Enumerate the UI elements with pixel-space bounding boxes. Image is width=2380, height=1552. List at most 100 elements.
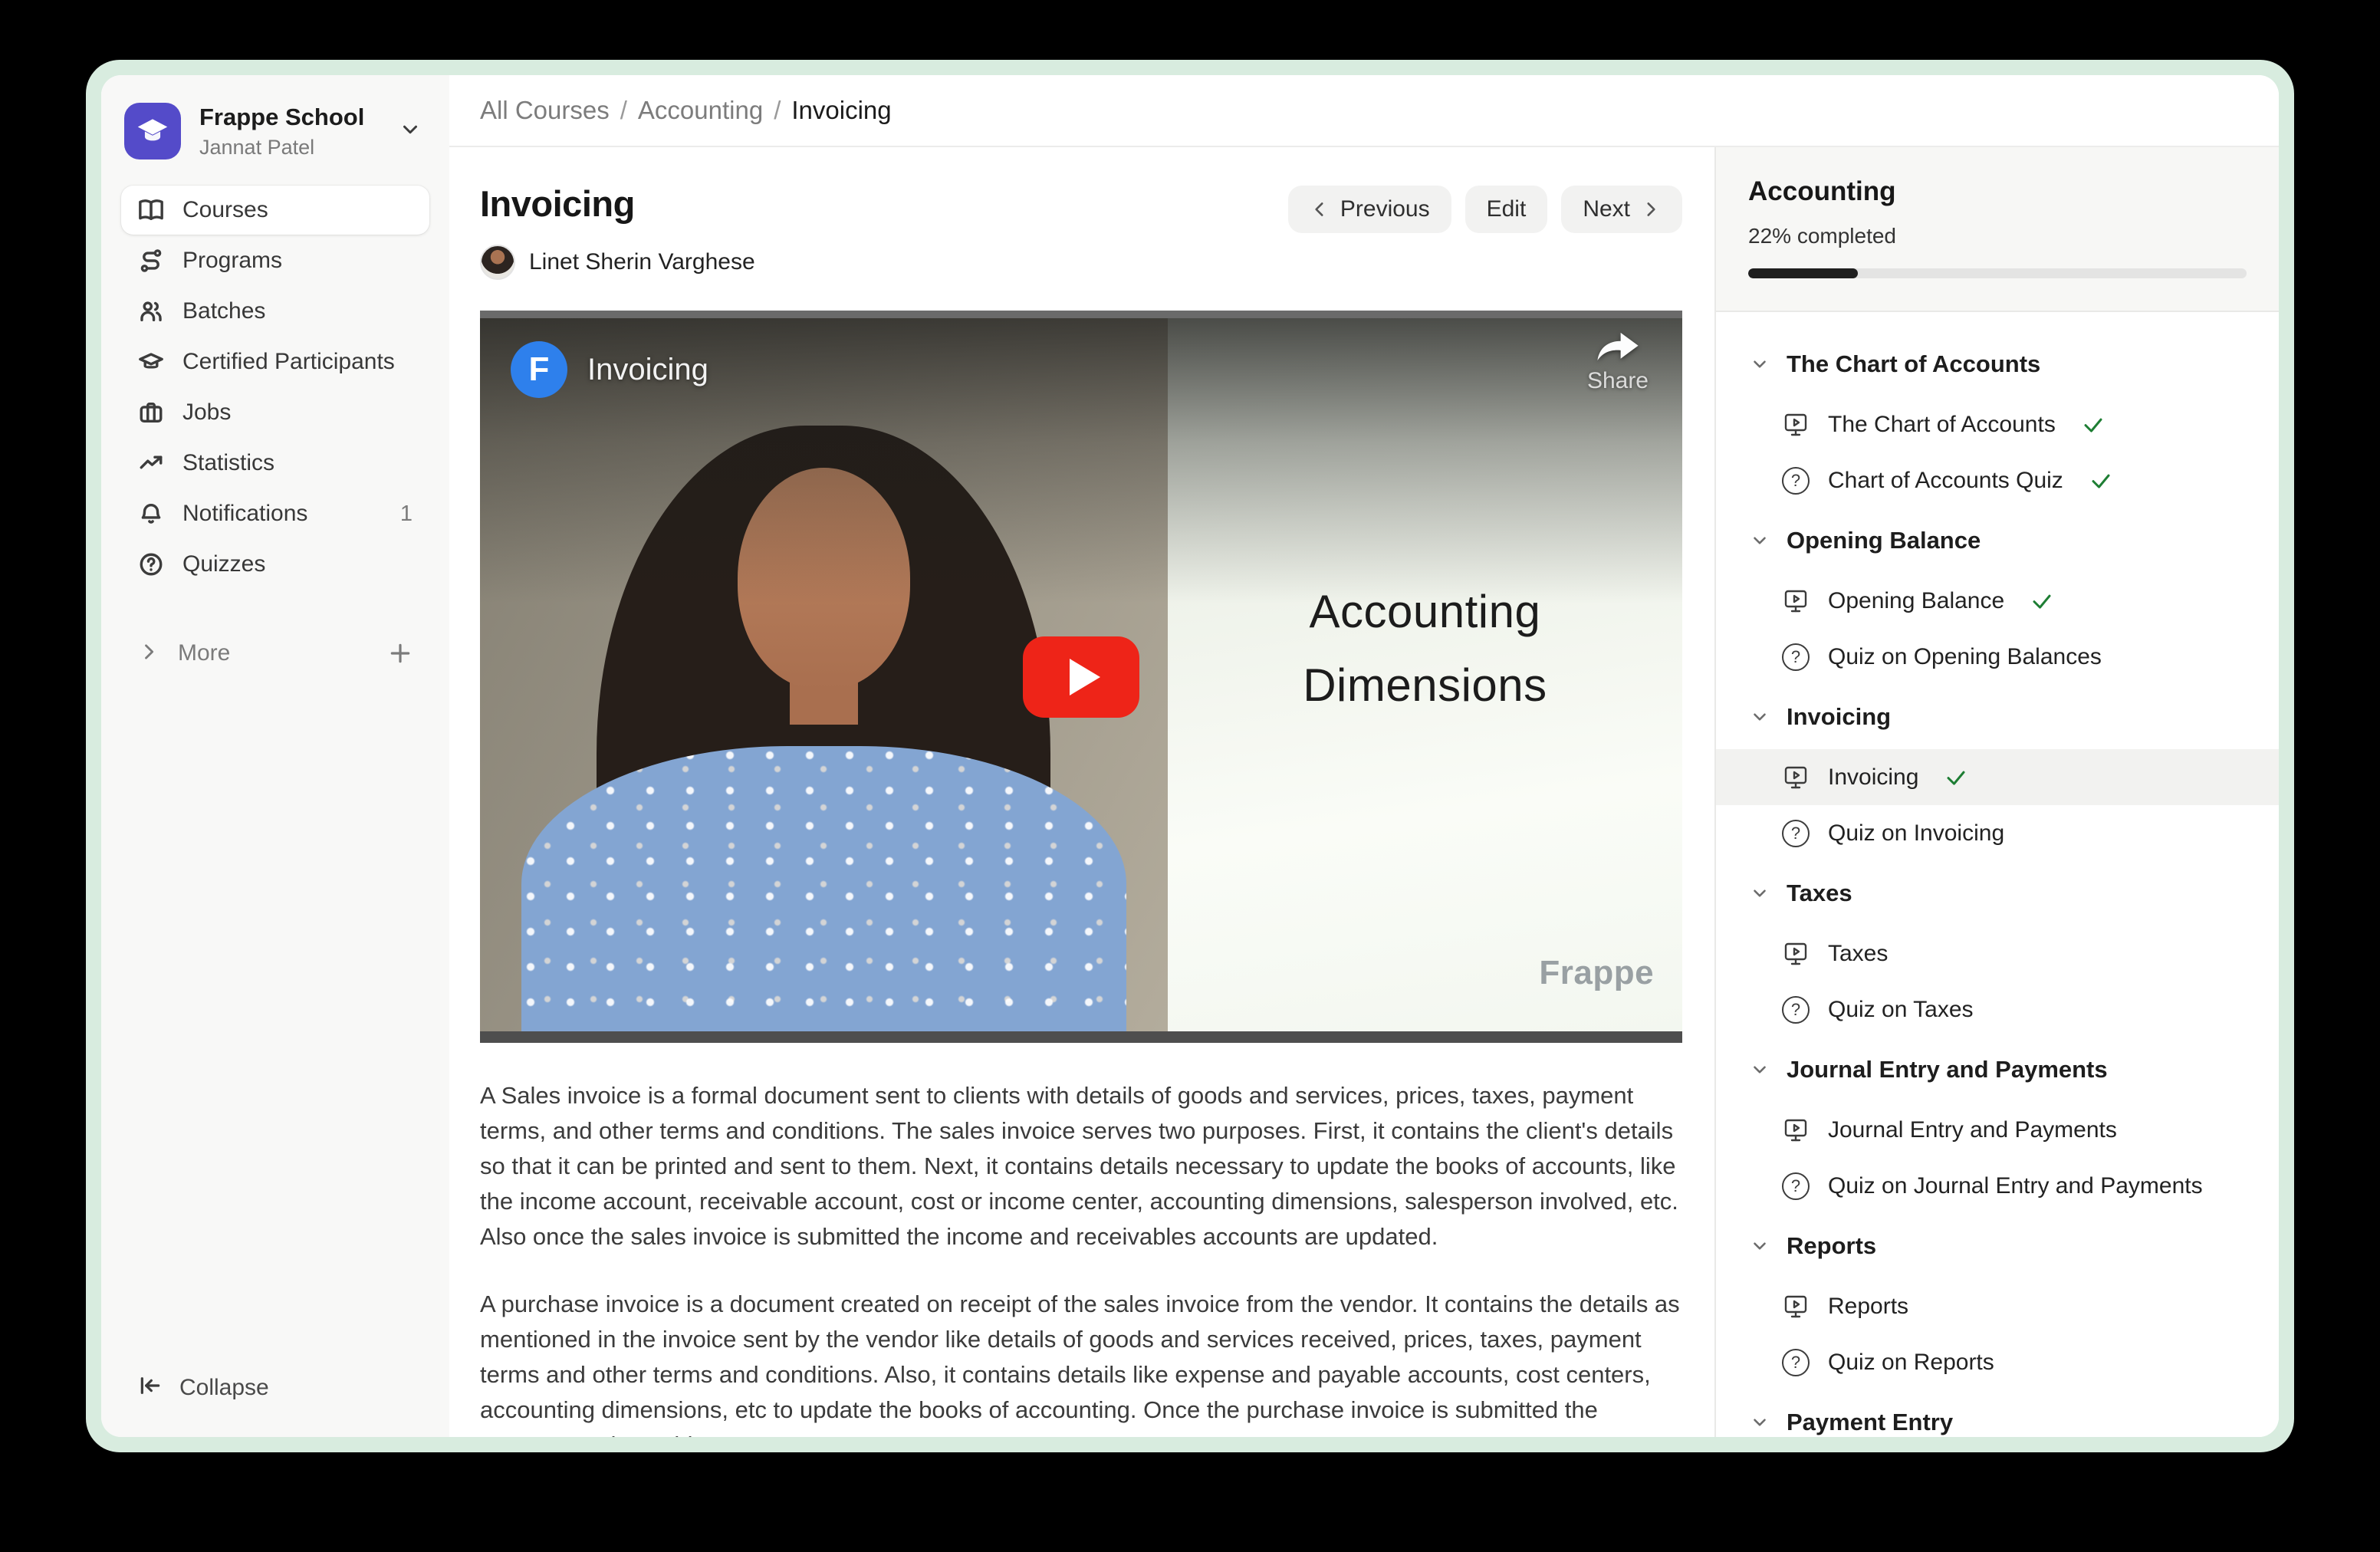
users-icon [138,298,164,324]
briefcase-icon [138,400,164,426]
outline-lesson[interactable]: Reports [1716,1278,2279,1334]
outline-section-taxes[interactable]: Taxes [1716,861,2279,926]
quiz-icon: ? [1782,643,1810,671]
edit-button-label: Edit [1487,196,1527,222]
outline-lesson[interactable]: Journal Entry and Payments [1716,1102,2279,1158]
quiz-icon: ? [1782,996,1810,1024]
chevron-down-icon [1750,531,1770,551]
graduation-cap-icon [138,349,164,375]
completed-check-icon [2082,413,2105,436]
chevron-down-icon [1750,707,1770,727]
outline-quiz[interactable]: ? Quiz on Opening Balances [1716,629,2279,685]
course-outline-panel: Accounting 22% completed The Chart of Ac… [1714,147,2279,1437]
chevron-down-icon [1750,354,1770,374]
outline-section-chart-of-accounts[interactable]: The Chart of Accounts [1716,332,2279,396]
outline-quiz[interactable]: ? Quiz on Journal Entry and Payments [1716,1158,2279,1214]
sidebar-collapse-button[interactable]: Collapse [121,1350,429,1437]
video-lesson-icon [1782,940,1810,968]
video-lesson-icon [1782,1116,1810,1144]
share-arrow-icon [1596,330,1640,363]
sidebar-more-label: More [178,640,230,666]
frappe-school-logo [124,103,181,159]
chevron-right-icon [1641,199,1661,219]
outline-quiz[interactable]: ? Chart of Accounts Quiz [1716,452,2279,508]
sidebar-item-label: Batches [182,298,265,324]
notifications-count-badge: 1 [400,501,413,527]
outline-lesson[interactable]: Opening Balance [1716,573,2279,629]
sidebar-item-label: Statistics [182,450,274,476]
presenter-shirt [521,746,1126,1031]
video-player[interactable]: Accounting Dimensions Frappe F Invoicing… [480,311,1682,1043]
content-area: All Courses / Accounting / Invoicing Inv… [449,75,2279,1437]
next-button-label: Next [1583,196,1630,222]
sidebar-item-certified-participants[interactable]: Certified Participants [121,337,429,386]
book-open-icon [138,197,164,223]
video-lesson-icon [1782,1293,1810,1320]
outline-section-journal-entry[interactable]: Journal Entry and Payments [1716,1037,2279,1102]
next-button[interactable]: Next [1561,186,1682,233]
quiz-icon: ? [1782,1349,1810,1376]
channel-avatar[interactable]: F [511,341,567,398]
sidebar-item-quizzes[interactable]: Quizzes [121,540,429,589]
outline-lesson[interactable]: The Chart of Accounts [1716,396,2279,452]
outline-lesson[interactable]: Taxes [1716,926,2279,982]
lesson-paragraph: A purchase invoice is a document created… [480,1287,1682,1437]
sidebar-item-notifications[interactable]: Notifications 1 [121,489,429,538]
trending-up-icon [138,450,164,476]
sidebar-more[interactable]: More [121,629,429,678]
outline-quiz[interactable]: ? Quiz on Invoicing [1716,805,2279,861]
course-title: Accounting [1748,176,2247,207]
quiz-icon: ? [1782,467,1810,495]
lesson-main: Invoicing Linet Sherin Varghese Previous [449,147,1714,1437]
sidebar-item-statistics[interactable]: Statistics [121,439,429,488]
add-icon[interactable] [388,641,413,666]
breadcrumb-separator: / [774,96,781,125]
workspace-user: Jannat Patel [199,136,380,159]
outline-lesson-active[interactable]: Invoicing [1716,749,2279,805]
collapse-label: Collapse [179,1375,269,1401]
page-title: Invoicing [480,182,755,225]
edit-button[interactable]: Edit [1465,186,1548,233]
sidebar-item-label: Quizzes [182,551,265,577]
outline-section-payment-entry[interactable]: Payment Entry [1716,1390,2279,1437]
video-lesson-icon [1782,411,1810,439]
sidebar-item-label: Certified Participants [182,349,395,375]
breadcrumb-all-courses[interactable]: All Courses [480,96,610,125]
progress-track [1748,268,2247,278]
previous-button[interactable]: Previous [1288,186,1451,233]
play-button[interactable] [1023,636,1139,718]
chevron-down-icon [399,118,422,145]
course-progress-label: 22% completed [1748,224,2247,248]
share-button[interactable]: Share [1587,330,1649,394]
author-avatar [480,245,515,280]
completed-check-icon [1944,766,1967,789]
outline-section-invoicing[interactable]: Invoicing [1716,685,2279,749]
video-title-overlay: F Invoicing [511,341,708,398]
outline-quiz[interactable]: ? Quiz on Taxes [1716,982,2279,1037]
breadcrumb-accounting[interactable]: Accounting [638,96,763,125]
outline-quiz[interactable]: ? Quiz on Reports [1716,1334,2279,1390]
workspace-switcher[interactable]: Frappe School Jannat Patel [121,75,429,186]
video-title[interactable]: Invoicing [587,353,708,387]
breadcrumb-separator: / [620,96,627,125]
outline-section-opening-balance[interactable]: Opening Balance [1716,508,2279,573]
app-window-frame: Frappe School Jannat Patel Courses Progr… [86,60,2294,1452]
collapse-left-icon [138,1373,163,1402]
course-outline: The Chart of Accounts The Chart of Accou… [1716,312,2279,1437]
outline-section-reports[interactable]: Reports [1716,1214,2279,1278]
chevron-down-icon [1750,883,1770,903]
sidebar-item-jobs[interactable]: Jobs [121,388,429,437]
sidebar: Frappe School Jannat Patel Courses Progr… [101,75,449,1437]
help-circle-icon [138,551,164,577]
video-progress-bar[interactable] [480,1031,1682,1043]
sidebar-item-programs[interactable]: Programs [121,236,429,285]
sidebar-item-batches[interactable]: Batches [121,287,429,336]
chevron-down-icon [1750,1236,1770,1256]
breadcrumb-bar: All Courses / Accounting / Invoicing [449,75,2279,147]
app-window: Frappe School Jannat Patel Courses Progr… [101,75,2279,1437]
bell-icon [138,501,164,527]
share-label: Share [1587,368,1649,394]
sidebar-item-courses[interactable]: Courses [121,186,429,235]
sidebar-item-label: Jobs [182,400,231,426]
previous-button-label: Previous [1340,196,1430,222]
